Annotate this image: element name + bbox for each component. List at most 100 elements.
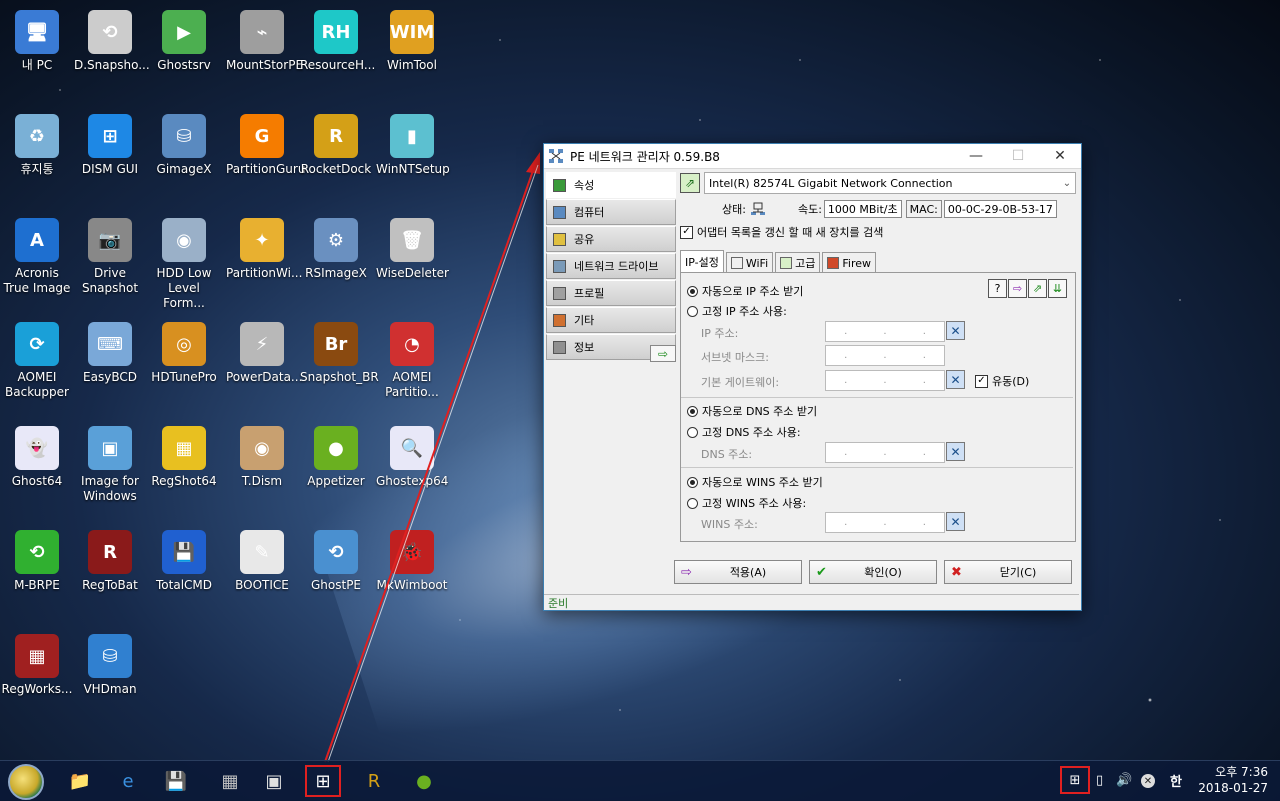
ip-dot: .: [844, 350, 848, 361]
apply-button[interactable]: ⇨ 적용(A): [674, 560, 802, 584]
ime-indicator[interactable]: 한: [1170, 769, 1182, 791]
refresh-icon[interactable]: ⇗: [680, 173, 700, 193]
volume-icon[interactable]: 🔊: [1116, 769, 1132, 791]
sidebar-item[interactable]: 공유: [546, 226, 676, 252]
clear-gateway-button[interactable]: ✕: [946, 370, 965, 389]
taskbar-app-ghost[interactable]: ▦: [212, 765, 248, 797]
static-dns-option[interactable]: 고정 DNS 주소 사용:: [687, 424, 801, 440]
tab-firewall[interactable]: Firew: [822, 252, 877, 273]
usb-icon[interactable]: ▯: [1096, 769, 1103, 791]
window-titlebar[interactable]: PE 네트워크 관리자 0.59.B8 — ☐ ✕: [544, 144, 1081, 169]
sidebar-item-icon: [553, 313, 566, 327]
tab-ip-settings[interactable]: IP-설정: [680, 250, 724, 273]
network-icon: [549, 149, 563, 163]
apply-arrow-icon: ⇨: [681, 564, 692, 580]
start-button[interactable]: [8, 764, 44, 800]
rescan-checkbox[interactable]: ✓: [680, 225, 693, 239]
static-wins-radio[interactable]: [687, 497, 698, 509]
clock[interactable]: 오후 7:36 2018-01-27: [1198, 764, 1268, 796]
metric-checkbox[interactable]: ✓: [975, 374, 988, 388]
tab-label: 고급: [795, 257, 816, 270]
subnet-mask-input[interactable]: ...: [825, 345, 945, 366]
close-button-label: 닫기(C): [999, 566, 1037, 579]
sidebar-item[interactable]: 속성: [546, 172, 676, 198]
minimize-button[interactable]: —: [955, 144, 997, 168]
clear-ip-button[interactable]: ✕: [946, 321, 965, 340]
auto-wins-radio[interactable]: [687, 476, 698, 488]
subnet-mask-label: 서브넷 마스크:: [701, 351, 769, 364]
wins-address-input[interactable]: ...: [825, 512, 945, 533]
static-ip-radio[interactable]: [687, 305, 698, 317]
close-button[interactable]: ✕: [1039, 144, 1081, 168]
ip-dot: .: [883, 350, 887, 361]
network-manager-window: PE 네트워크 관리자 0.59.B8 — ☐ ✕ 속성컴퓨터공유네트워크 드라…: [543, 143, 1082, 611]
auto-wins-option[interactable]: 자동으로 WINS 주소 받기: [687, 474, 823, 490]
gateway-input[interactable]: ...: [825, 370, 945, 391]
taskbar: 📁 e 💾 ▦ ▣ ⊞ R ● ⊞ ▯ 🔊 ✕ 한 오후 7:36 2018-01-27: [0, 760, 1280, 801]
sidebar-go-button[interactable]: ⇨: [650, 345, 676, 362]
sidebar-item[interactable]: 프로필: [546, 280, 676, 306]
taskbar-app-rocketdock[interactable]: R: [356, 765, 392, 797]
static-wins-label: 고정 WINS 주소 사용:: [702, 497, 807, 510]
sidebar-item[interactable]: 기타: [546, 307, 676, 333]
ip-settings-panel: ? ⇨ ⇗ ⇊ 자동으로 IP 주소 받기 고정 IP 주소 사용: IP 주소…: [680, 272, 1076, 542]
status-text: 준비: [548, 596, 569, 610]
taskbar-app-display[interactable]: ▣: [256, 765, 292, 797]
sidebar-item-label: 기타: [574, 314, 595, 327]
status-label: 상태:: [722, 203, 746, 216]
tab-label: Firew: [842, 256, 872, 270]
metric-label: 유동(D): [992, 375, 1030, 388]
ip-dot: .: [883, 517, 887, 528]
close-dialog-button[interactable]: ✖ 닫기(C): [944, 560, 1072, 584]
rescan-label: 어댑터 목록을 갱신 할 때 새 장치를 검색: [697, 226, 884, 239]
sidebar-item-icon: [553, 259, 566, 273]
taskbar-app-network-manager[interactable]: ⊞: [305, 765, 341, 797]
dns-address-input[interactable]: ...: [825, 442, 945, 463]
sidebar-item[interactable]: 네트워크 드라이브: [546, 253, 676, 279]
tab-label: WiFi: [745, 256, 769, 270]
sidebar-item[interactable]: 컴퓨터: [546, 199, 676, 225]
auto-ip-label: 자동으로 IP 주소 받기: [702, 285, 804, 298]
status-row: 상태: 속도: 1000 MBit/초 MAC: 00-0C-29-0B-53-…: [680, 198, 1076, 220]
clear-dns-button[interactable]: ✕: [946, 442, 965, 461]
sidebar-item-icon: [553, 205, 566, 219]
clear-wins-button[interactable]: ✕: [946, 512, 965, 531]
static-ip-option[interactable]: 고정 IP 주소 사용:: [687, 303, 787, 319]
sidebar-item-icon: [553, 178, 566, 192]
auto-ip-radio[interactable]: [687, 285, 698, 297]
maximize-button[interactable]: ☐: [997, 144, 1039, 168]
checkmark-icon: ✔: [816, 564, 827, 580]
close-circle-icon[interactable]: ✕: [1141, 774, 1155, 788]
metric-option[interactable]: ✓ 유동(D): [975, 373, 1029, 389]
ok-button[interactable]: ✔ 확인(O): [809, 560, 937, 584]
ip-dot: .: [844, 517, 848, 528]
sidebar-item-label: 정보: [574, 341, 595, 354]
ip-dot: .: [844, 447, 848, 458]
ip-address-input[interactable]: ...: [825, 321, 945, 342]
taskbar-app-save[interactable]: 💾: [158, 765, 194, 797]
rescan-option[interactable]: ✓ 어댑터 목록을 갱신 할 때 새 장치를 검색: [680, 224, 1076, 240]
taskbar-app-appetizer[interactable]: ●: [406, 765, 442, 797]
ip-dot: .: [922, 326, 926, 337]
adapter-select[interactable]: Intel(R) 82574L Gigabit Network Connecti…: [704, 172, 1076, 194]
tab-advanced[interactable]: 고급: [775, 252, 821, 273]
static-wins-option[interactable]: 고정 WINS 주소 사용:: [687, 495, 806, 511]
tray-network-icon[interactable]: ⊞: [1060, 766, 1090, 794]
static-dns-radio[interactable]: [687, 426, 698, 438]
sidebar-item-label: 네트워크 드라이브: [574, 260, 659, 273]
taskbar-app-file-explorer[interactable]: 📁: [62, 765, 98, 797]
taskbar-app-internet-explorer[interactable]: e: [110, 765, 146, 797]
auto-dns-radio[interactable]: [687, 405, 698, 417]
mac-value: 00-0C-29-0B-53-17: [943, 200, 1057, 218]
ip-dot: .: [922, 517, 926, 528]
auto-ip-option[interactable]: 자동으로 IP 주소 받기: [687, 283, 803, 299]
tab-wifi[interactable]: WiFi: [725, 252, 774, 273]
auto-dns-option[interactable]: 자동으로 DNS 주소 받기: [687, 403, 817, 419]
sidebar: 속성컴퓨터공유네트워크 드라이브프로필기타정보: [546, 172, 676, 361]
adapter-select-value: Intel(R) 82574L Gigabit Network Connecti…: [709, 176, 953, 190]
sidebar-item-icon: [553, 232, 566, 246]
ip-dot: .: [922, 447, 926, 458]
clock-time: 오후 7:36: [1215, 765, 1268, 779]
sidebar-item-label: 컴퓨터: [574, 206, 605, 219]
status-bar: 준비: [544, 594, 1079, 610]
